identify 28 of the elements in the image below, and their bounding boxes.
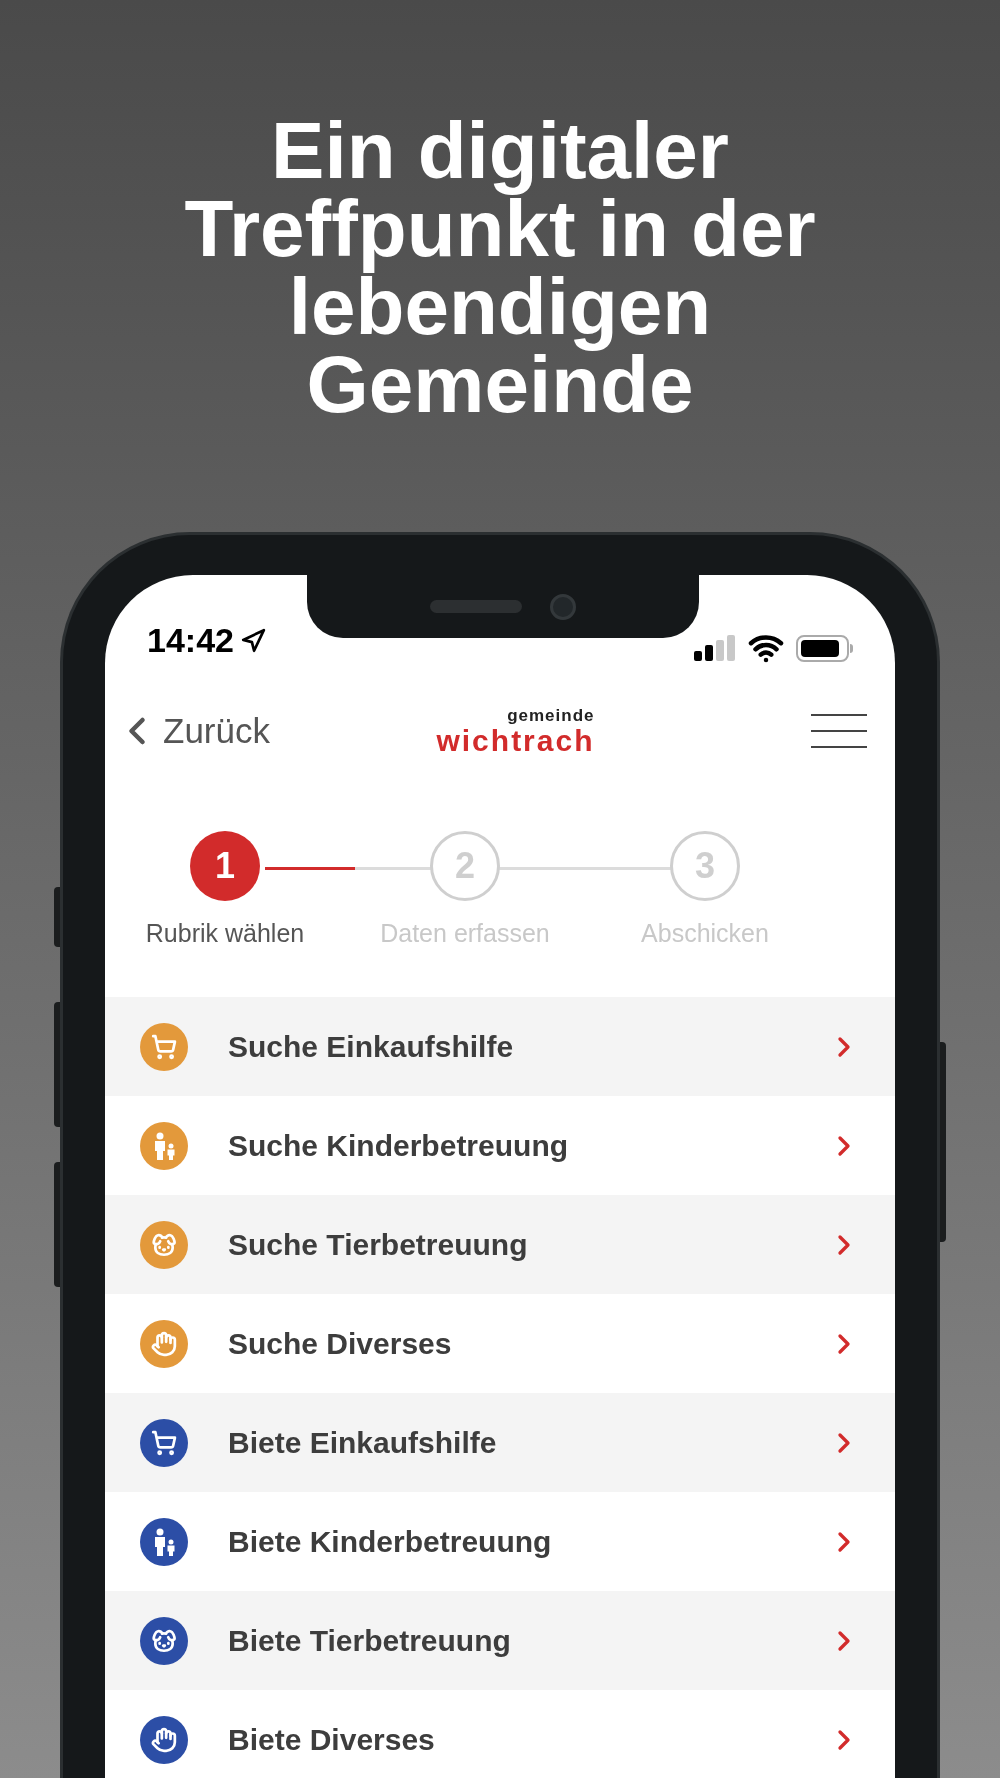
headline: Ein digitaler Treffpunkt in der lebendigen Gemeinde: [183, 112, 817, 424]
cart-icon: [151, 1033, 177, 1060]
step-number: 1: [190, 831, 260, 901]
category-label: Biete Tierbetreuung: [228, 1623, 512, 1659]
category-label: Biete Kinderbetreuung: [228, 1524, 553, 1560]
category-label: Suche Einkaufshilfe: [228, 1029, 515, 1065]
logo-wordmark: wichtrach: [436, 725, 595, 756]
category-row[interactable]: Suche Tierbetreuung: [105, 1195, 895, 1294]
location-icon: [239, 627, 266, 654]
step-label: Rubrik wählen: [145, 918, 305, 949]
back-button[interactable]: Zurück: [115, 704, 270, 758]
category-row[interactable]: Biete Tierbetreuung: [105, 1591, 895, 1690]
battery-icon: [796, 634, 853, 662]
category-label: Biete Diverses: [228, 1722, 436, 1758]
category-label: Suche Kinderbetreuung: [228, 1128, 570, 1164]
cart-icon: [151, 1429, 177, 1456]
hand-icon: [151, 1726, 177, 1753]
dog-icon: [151, 1231, 177, 1258]
logo-subtitle: gemeinde: [507, 706, 595, 724]
category-label: Biete Einkaufshilfe: [228, 1425, 498, 1461]
status-time: 14:42: [147, 620, 234, 661]
dog-icon: [151, 1627, 177, 1654]
signal-icon: [694, 635, 736, 661]
hand-icon: [151, 1330, 177, 1357]
category-label: Suche Diverses: [228, 1326, 453, 1362]
category-label: Suche Tierbetreuung: [228, 1227, 529, 1263]
category-row[interactable]: Suche Einkaufshilfe: [105, 997, 895, 1096]
category-row[interactable]: Biete Einkaufshilfe: [105, 1393, 895, 1492]
